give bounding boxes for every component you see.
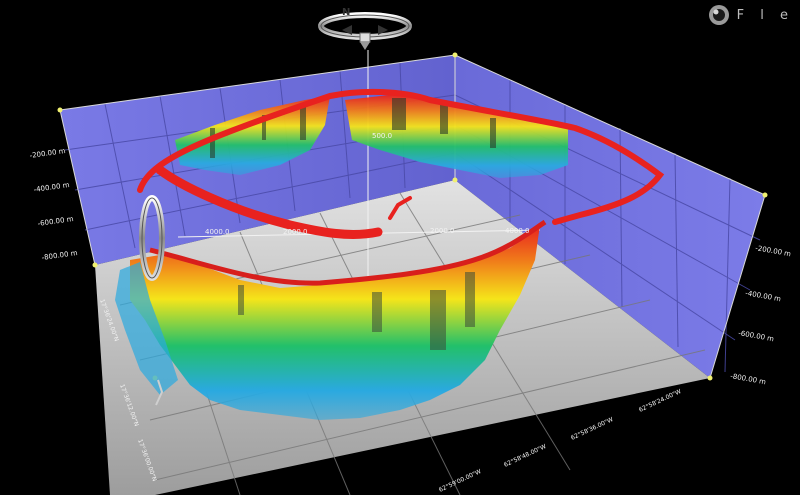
longitude-label: 62°58'48.00"W <box>503 443 548 469</box>
right-depth-label: -800.00 m <box>730 372 767 386</box>
compass-needle-icon <box>360 42 370 50</box>
brand-logo-icon <box>708 5 729 25</box>
compass-control[interactable] <box>318 12 412 50</box>
brand-logo-area: F l e <box>707 2 794 28</box>
longitude-label: 62°59'00.00"W <box>438 468 483 494</box>
brand-text: F l e <box>736 7 794 23</box>
right-depth-label: -400.00 m <box>745 289 782 303</box>
distance-label: 2000.0 <box>430 227 455 235</box>
left-depth-label: -600.00 m <box>37 215 74 228</box>
right-depth-label: -600.00 m <box>738 329 775 343</box>
left-depth-label: -400.00 m <box>33 181 70 194</box>
compass-north-label: N <box>342 7 350 18</box>
longitude-label: 62°58'24.00"W <box>638 388 683 414</box>
right-depth-label: -200.00 m <box>755 244 792 258</box>
left-depth-labels: -200.00 m -400.00 m -600.00 m -800.00 m <box>29 147 78 262</box>
sonar-scene[interactable]: N -200.00 m -400.00 m -600.00 m -800.00 … <box>0 0 800 495</box>
3d-viewport[interactable]: N -200.00 m -400.00 m -600.00 m -800.00 … <box>0 0 800 495</box>
left-depth-label: -800.00 m <box>41 249 78 262</box>
longitude-label: 62°58'36.00"W <box>570 416 615 442</box>
distance-label: 4000.0 <box>205 228 230 236</box>
distance-label: 4000.0 <box>505 227 530 235</box>
left-depth-label: -200.00 m <box>29 147 66 160</box>
vertical-axis-label: 500.0 <box>372 132 392 140</box>
distance-label: 2000.0 <box>283 228 308 236</box>
